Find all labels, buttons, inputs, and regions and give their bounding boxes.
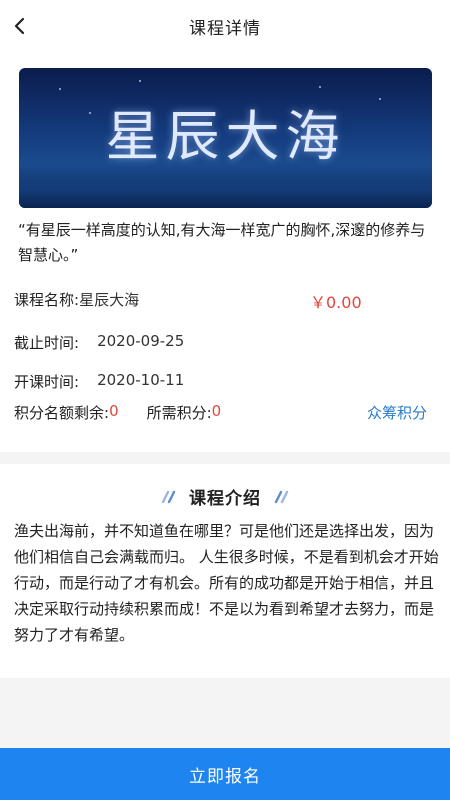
course-name-value: 星辰大海 [79, 291, 140, 309]
banner-title: 星辰大海 [105, 105, 346, 168]
star-decoration [139, 80, 141, 82]
intro-body: 渔夫出海前，并不知道鱼在哪里？可是他们还是选择出发，因为他们相信自己会满载而归。… [14, 522, 439, 644]
start-time-label: 开课时间: [14, 373, 80, 391]
required-points-value: 0 [211, 402, 222, 420]
quota-value: 0 [109, 402, 119, 420]
header: 课程详情 [0, 0, 450, 52]
required-points-label: 所需积分: [146, 404, 212, 422]
start-time-value: 2020-10-11 [97, 371, 185, 389]
course-banner-image: 星辰大海 [19, 68, 432, 208]
section-divider [0, 452, 450, 464]
crowdfund-points-link[interactable]: 众筹积分 [367, 402, 427, 423]
intro-title: 课程介绍 [189, 489, 261, 509]
deadline-row: 截止时间: 2020-09-25 [14, 332, 184, 353]
start-time-row: 开课时间: 2020-10-11 [14, 371, 184, 392]
star-decoration [319, 86, 321, 88]
course-name-row: 课程名称: 星辰大海 [14, 289, 139, 310]
right-slash-decoration-icon [274, 490, 289, 503]
course-quote: “有星辰一样高度的认知,有大海一样宽广的胸怀,深邃的修养与智慧心。” [18, 221, 426, 264]
course-detail-page: 课程详情 星辰大海 “有星辰一样高度的认知,有大海一样宽广的胸怀,深邃的修养与智… [0, 0, 450, 800]
course-name-label: 课程名称: [14, 291, 80, 309]
bottom-spacer [0, 678, 450, 748]
left-slash-decoration-icon [161, 490, 176, 503]
deadline-label: 截止时间: [14, 334, 80, 352]
star-decoration [59, 88, 61, 90]
enroll-button[interactable]: 立即报名 [0, 748, 450, 800]
back-button[interactable] [6, 12, 34, 40]
course-price: ￥0.00 [310, 293, 362, 312]
chevron-left-icon [14, 17, 25, 35]
quota-label: 积分名额剩余: [14, 404, 110, 422]
intro-heading: 课程介绍 [0, 484, 450, 509]
points-row: 积分名额剩余: 0 所需积分: 0 [14, 402, 221, 423]
deadline-value: 2020-09-25 [97, 332, 185, 350]
page-title: 课程详情 [189, 18, 261, 39]
